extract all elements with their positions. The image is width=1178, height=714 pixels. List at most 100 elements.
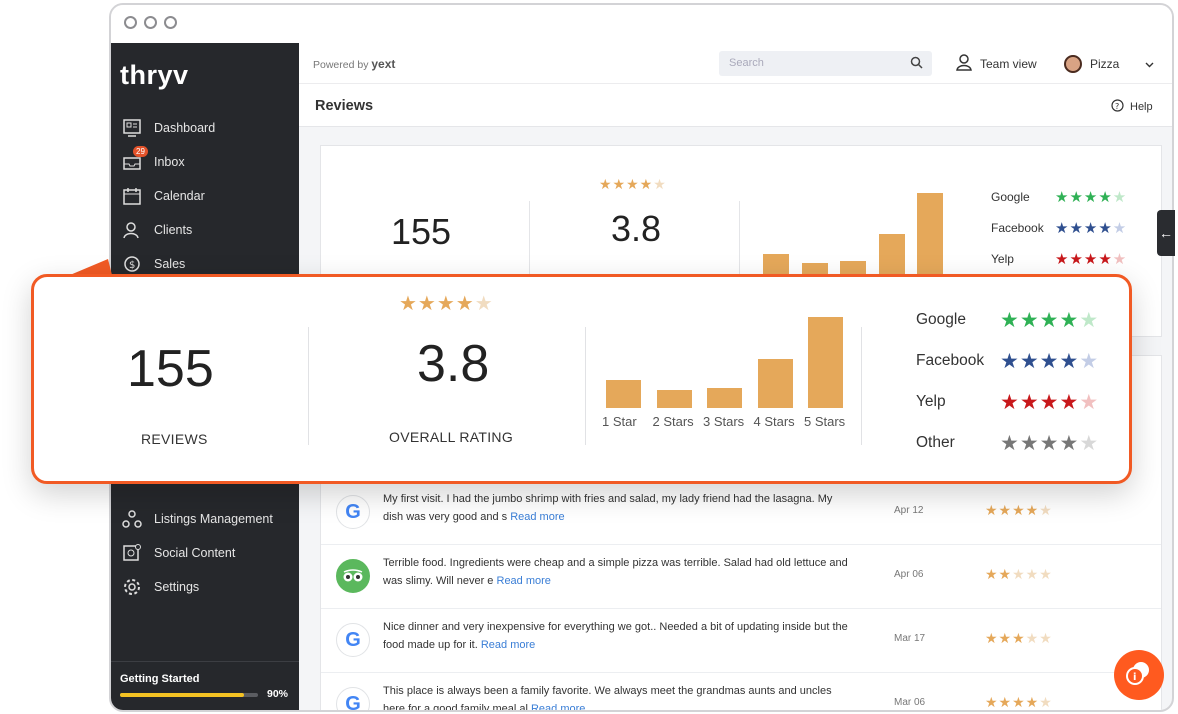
help-button[interactable]: ? Help [1111, 99, 1153, 115]
search-placeholder: Search [729, 57, 764, 69]
source-facebook-stars: ★★★★★ [1000, 350, 1100, 373]
source-other: Other [916, 434, 955, 451]
chart-bar-3 [707, 387, 742, 408]
svg-text:i: i [1133, 672, 1136, 683]
sidebar-item-label: Listings Management [154, 512, 273, 526]
sidebar-item-label: Settings [154, 580, 200, 594]
reviews-count-small: 155 [391, 211, 452, 252]
window-dot-close[interactable] [124, 16, 137, 29]
review-date: Mar 06 [894, 697, 926, 708]
sidebar-item-label: Inbox [154, 155, 185, 169]
rating-value-small: 3.8 [611, 208, 662, 249]
read-more-link[interactable]: Read more [510, 511, 564, 523]
page-title: Reviews [315, 98, 374, 114]
user-menu[interactable]: Pizza [1064, 51, 1154, 76]
rating-distribution-chart-small [751, 186, 943, 281]
review-text: My first visit. I had the jumbo shrimp w… [383, 493, 833, 523]
sidebar-item-settings[interactable]: Settings [120, 572, 295, 602]
search-icon[interactable] [910, 56, 923, 72]
divider [739, 201, 740, 281]
review-text: Nice dinner and very inexpensive for eve… [383, 621, 848, 651]
sidebar-item-calendar[interactable]: Calendar [120, 181, 295, 211]
overall-rating-label: OVERALL RATING [389, 429, 514, 445]
window-dot-minimize[interactable] [144, 16, 157, 29]
chart-tick-label: 4 Stars [753, 414, 795, 429]
review-row[interactable]: G This place is always been a family fav… [321, 673, 1161, 710]
chart-tick-label: 1 Star [602, 414, 637, 429]
divider [585, 327, 586, 445]
thryv-logo[interactable]: thryv [120, 60, 189, 91]
collapse-panel-button[interactable]: ← [1157, 210, 1175, 256]
top-bar: Powered by yext Search Team view Pizza [299, 43, 1172, 84]
getting-started-label[interactable]: Getting Started [120, 673, 199, 685]
yext-logo: yext [371, 57, 396, 71]
window-dot-maximize[interactable] [164, 16, 177, 29]
source-yelp: Yelp [916, 393, 946, 410]
sidebar-item-social-content[interactable]: Social Content [120, 538, 295, 568]
reviews-label: REVIEWS [141, 431, 208, 447]
clients-icon [120, 219, 144, 241]
review-row[interactable]: Terrible food. Ingredients were cheap an… [321, 545, 1161, 609]
page-header: Reviews ? Help [299, 84, 1172, 127]
listings-icon [120, 508, 144, 530]
source-google-small: Google [991, 190, 1030, 204]
review-text: This place is always been a family favor… [383, 682, 853, 710]
window-titlebar [111, 5, 1172, 44]
chart-tick-label: 5 Stars [804, 414, 846, 429]
arrow-left-icon: ← [1159, 225, 1173, 241]
team-view-icon [955, 53, 973, 74]
inbox-count-badge: 29 [133, 146, 148, 157]
chart-tick-label: 3 Stars [703, 414, 745, 429]
chart-bar-2 [656, 389, 692, 408]
getting-started-progress-fill [120, 693, 245, 697]
gear-icon [120, 576, 144, 598]
chart-bar-5 [808, 317, 843, 408]
overall-rating-stars: ★★★★★ [399, 293, 494, 315]
chat-support-button[interactable]: i [1114, 650, 1164, 700]
rating-stars-small: ★★★★★ [599, 176, 667, 192]
rating-distribution-chart: 1 Star 2 Stars 3 Stars 4 Stars 5 Stars [600, 307, 860, 457]
chart-tick-label: 2 Stars [652, 414, 694, 429]
review-stars: ★★★★★ [985, 502, 1053, 518]
getting-started-progress [120, 693, 258, 697]
help-icon: ? [1111, 99, 1124, 115]
google-icon: G [336, 623, 370, 657]
review-row[interactable]: G Nice dinner and very inexpensive for e… [321, 609, 1161, 673]
help-label: Help [1130, 101, 1153, 113]
source-facebook: Facebook [916, 352, 985, 369]
search-input[interactable]: Search [719, 51, 932, 76]
google-icon: G [336, 495, 370, 529]
review-date: Apr 12 [894, 505, 924, 516]
review-row[interactable]: G My first visit. I had the jumbo shrimp… [321, 481, 1161, 545]
user-name: Pizza [1090, 56, 1120, 71]
avatar [1064, 54, 1082, 73]
read-more-link[interactable]: Read more [481, 639, 535, 651]
review-stars: ★★★★★ [985, 630, 1053, 646]
getting-started-percent: 90% [267, 688, 289, 700]
chart-bar-4 [757, 359, 793, 408]
team-view-label: Team view [980, 56, 1037, 71]
review-stars: ★★★★★ [985, 694, 1053, 710]
sidebar-item-clients[interactable]: Clients [120, 215, 295, 245]
sidebar-item-label: Social Content [154, 546, 236, 560]
calendar-icon [120, 185, 144, 207]
source-yelp-stars: ★★★★★ [1000, 391, 1100, 414]
source-facebook-stars-small: ★★★★★ [1055, 220, 1128, 237]
divider [529, 201, 530, 281]
read-more-link[interactable]: Read more [531, 703, 585, 710]
review-text: Terrible food. Ingredients were cheap an… [383, 557, 848, 587]
sidebar-item-label: Dashboard [154, 121, 216, 135]
source-google-stars-small: ★★★★★ [1055, 189, 1128, 206]
review-stars: ★★★★★ [985, 566, 1053, 582]
sidebar-item-label: Sales [154, 257, 186, 271]
chart-bar-5 [917, 193, 943, 281]
source-facebook-small: Facebook [991, 221, 1044, 235]
google-icon: G [336, 687, 370, 710]
team-view-button[interactable]: Team view [955, 51, 1037, 76]
summary-zoom-overlay: 155 REVIEWS ★★★★★ 3.8 OVERALL RATING 1 S… [31, 274, 1132, 484]
sidebar-item-dashboard[interactable]: Dashboard [120, 113, 295, 143]
divider [861, 327, 862, 445]
sidebar-item-listings-management[interactable]: Listings Management [120, 504, 295, 534]
read-more-link[interactable]: Read more [497, 575, 551, 587]
source-yelp-stars-small: ★★★★★ [1055, 251, 1128, 268]
